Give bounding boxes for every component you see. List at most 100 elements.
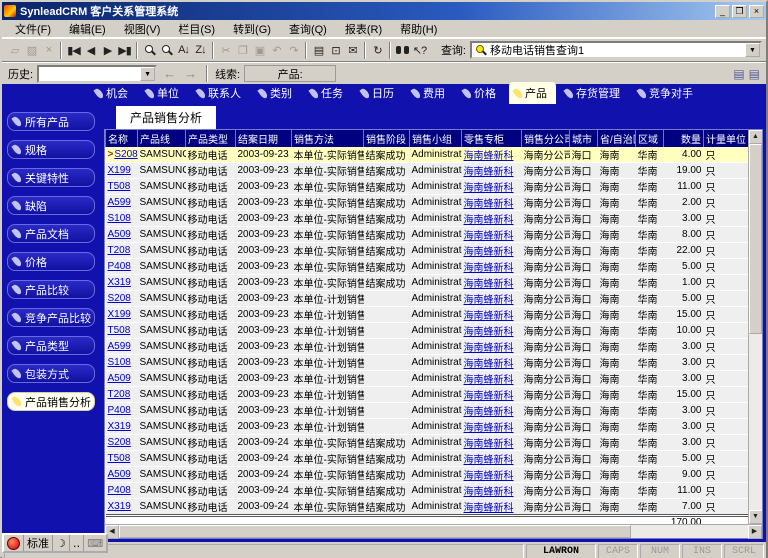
sidebar-item-包装方式[interactable]: 包装方式	[7, 364, 95, 383]
table-row[interactable]: T508SAMSUNG移动电话2003-09-23本单位-实际销售结案成功Adm…	[106, 179, 748, 195]
product-link[interactable]: P408	[108, 485, 131, 496]
product-link[interactable]: T208	[108, 245, 131, 256]
send-icon[interactable]: ✉	[344, 42, 361, 59]
table-row[interactable]: S208SAMSUNG移动电话2003-09-24本单位-实际销售结案成功Adm…	[106, 435, 748, 451]
column-header-销售分公司[interactable]: 销售分公司	[522, 130, 570, 147]
ime-punctuation-icon[interactable]: ‥	[70, 535, 84, 551]
keyboard-icon[interactable]: ⌨	[84, 535, 106, 551]
help-pointer-icon[interactable]: ↖?	[411, 42, 428, 59]
table-row[interactable]: A509SAMSUNG移动电话2003-09-23本单位-计划销售Adminis…	[106, 371, 748, 387]
history-combobox[interactable]: ▼	[37, 65, 157, 83]
tab-产品[interactable]: 产品	[509, 82, 556, 104]
product-link[interactable]: X319	[108, 421, 131, 432]
tab-联系人[interactable]: 联系人	[192, 82, 250, 104]
column-header-城市[interactable]: 城市	[570, 130, 598, 147]
table-row[interactable]: P408SAMSUNG移动电话2003-09-23本单位-计划销售Adminis…	[106, 403, 748, 419]
counter-link[interactable]: 海南蜂新科	[464, 343, 514, 354]
product-link[interactable]: A509	[108, 469, 131, 480]
tab-机会[interactable]: 机会	[90, 82, 137, 104]
tab-日历[interactable]: 日历	[356, 82, 403, 104]
table-row[interactable]: S108SAMSUNG移动电话2003-09-23本单位-计划销售Adminis…	[106, 355, 748, 371]
sidebar-item-缺陷[interactable]: 缺陷	[7, 196, 95, 215]
page-icon[interactable]: ▤	[733, 67, 744, 81]
table-row[interactable]: X199SAMSUNG移动电话2003-09-23本单位-实际销售结案成功Adm…	[106, 163, 748, 179]
sort-asc-icon[interactable]: A↓	[175, 42, 192, 59]
menu-item-编辑(E)[interactable]: 编辑(E)	[60, 19, 115, 39]
column-header-区域[interactable]: 区域	[636, 130, 664, 147]
counter-link[interactable]: 海南蜂新科	[464, 279, 514, 290]
ime-logo-icon[interactable]	[4, 535, 24, 551]
page-icon[interactable]: ▤	[749, 67, 760, 81]
sidebar-item-所有产品[interactable]: 所有产品	[7, 112, 95, 131]
counter-link[interactable]: 海南蜂新科	[464, 263, 514, 274]
table-row[interactable]: T508SAMSUNG移动电话2003-09-24本单位-实际销售结案成功Adm…	[106, 451, 748, 467]
search-icon[interactable]	[141, 42, 158, 59]
column-header-省/自治区[interactable]: 省/自治区	[598, 130, 636, 147]
product-link[interactable]: X319	[108, 501, 131, 512]
table-row[interactable]: T508SAMSUNG移动电话2003-09-23本单位-计划销售Adminis…	[106, 323, 748, 339]
next-record-icon[interactable]: ▶	[99, 42, 116, 59]
counter-link[interactable]: 海南蜂新科	[464, 231, 514, 242]
menu-item-栏目(S)[interactable]: 栏目(S)	[169, 19, 224, 39]
sidebar-item-规格[interactable]: 规格	[7, 140, 95, 159]
table-row[interactable]: A509SAMSUNG移动电话2003-09-23本单位-实际销售结案成功Adm…	[106, 227, 748, 243]
table-row[interactable]: T208SAMSUNG移动电话2003-09-23本单位-实际销售结案成功Adm…	[106, 243, 748, 259]
column-header-计量单位[interactable]: 计量单位	[704, 130, 748, 147]
restore-button[interactable]: ❐	[732, 5, 747, 18]
tab-费用[interactable]: 费用	[407, 82, 454, 104]
tab-竞争对手[interactable]: 竞争对手	[633, 82, 702, 104]
table-row[interactable]: A599SAMSUNG移动电话2003-09-23本单位-计划销售Adminis…	[106, 339, 748, 355]
column-header-销售方法[interactable]: 销售方法	[292, 130, 364, 147]
counter-link[interactable]: 海南蜂新科	[464, 375, 514, 386]
tab-价格[interactable]: 价格	[458, 82, 505, 104]
sidebar-item-产品比较[interactable]: 产品比较	[7, 280, 95, 299]
product-link[interactable]: A599	[108, 197, 131, 208]
product-link[interactable]: T508	[108, 181, 131, 192]
column-header-零售专柜[interactable]: 零售专柜	[462, 130, 522, 147]
vertical-scroll-thumb[interactable]	[749, 144, 762, 334]
minimize-button[interactable]: _	[715, 5, 730, 18]
counter-link[interactable]: 海南蜂新科	[464, 503, 514, 514]
sidebar-item-产品文档[interactable]: 产品文档	[7, 224, 95, 243]
counter-link[interactable]: 海南蜂新科	[464, 295, 514, 306]
column-header-产品线[interactable]: 产品线	[138, 130, 186, 147]
sidebar-item-产品销售分析[interactable]: 产品销售分析	[7, 392, 95, 411]
scroll-down-icon[interactable]: ▼	[749, 510, 762, 524]
horizontal-scrollbar[interactable]: ◀ ▶	[105, 524, 762, 538]
vertical-scrollbar[interactable]: ▲ ▼	[748, 130, 762, 524]
counter-link[interactable]: 海南蜂新科	[464, 407, 514, 418]
counter-link[interactable]: 海南蜂新科	[464, 167, 514, 178]
counter-link[interactable]: 海南蜂新科	[464, 311, 514, 322]
scroll-up-icon[interactable]: ▲	[749, 130, 762, 144]
counter-link[interactable]: 海南蜂新科	[464, 439, 514, 450]
forward-icon[interactable]: →	[182, 66, 199, 81]
product-link[interactable]: T208	[108, 389, 131, 400]
tab-任务[interactable]: 任务	[305, 82, 352, 104]
column-header-名称[interactable]: 名称	[106, 130, 138, 147]
ime-mode-button[interactable]: 标准	[24, 535, 53, 551]
counter-link[interactable]: 海南蜂新科	[464, 391, 514, 402]
find-icon[interactable]	[394, 42, 411, 59]
column-header-数量[interactable]: 数量	[664, 130, 704, 147]
product-link[interactable]: A509	[108, 229, 131, 240]
table-row[interactable]: A599SAMSUNG移动电话2003-09-23本单位-实际销售结案成功Adm…	[106, 195, 748, 211]
product-link[interactable]: T508	[108, 453, 131, 464]
query-dropdown-arrow-icon[interactable]: ▼	[745, 43, 760, 57]
counter-link[interactable]: 海南蜂新科	[464, 183, 514, 194]
table-row[interactable]: X319SAMSUNG移动电话2003-09-24本单位-实际销售结案成功Adm…	[106, 499, 748, 516]
menu-item-视图(V)[interactable]: 视图(V)	[115, 19, 170, 39]
query-combobox[interactable]: 移动电话销售查询1 ▼	[470, 41, 762, 59]
menu-item-转到(G)[interactable]: 转到(G)	[224, 19, 280, 39]
table-row[interactable]: X319SAMSUNG移动电话2003-09-23本单位-计划销售Adminis…	[106, 419, 748, 435]
refresh-icon[interactable]: ↻	[369, 42, 386, 59]
product-link[interactable]: T508	[108, 325, 131, 336]
counter-link[interactable]: 海南蜂新科	[464, 423, 514, 434]
counter-link[interactable]: 海南蜂新科	[464, 151, 514, 162]
counter-link[interactable]: 海南蜂新科	[464, 199, 514, 210]
print-icon[interactable]: ▤	[310, 42, 327, 59]
table-row[interactable]: S208SAMSUNG移动电话2003-09-23本单位-计划销售Adminis…	[106, 291, 748, 307]
product-link[interactable]: P408	[108, 261, 131, 272]
ime-toolbar[interactable]: 标准 ☽ ‥ ⌨	[2, 533, 108, 553]
counter-link[interactable]: 海南蜂新科	[464, 247, 514, 258]
counter-link[interactable]: 海南蜂新科	[464, 471, 514, 482]
